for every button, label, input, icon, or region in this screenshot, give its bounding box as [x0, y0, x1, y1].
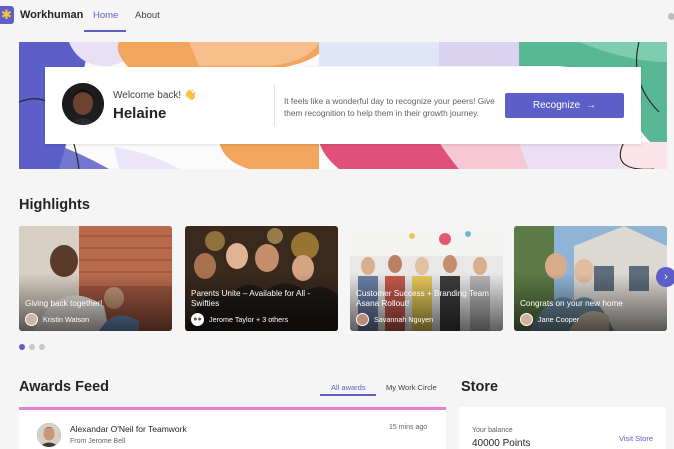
highlight-title: Congrats on your new home — [520, 299, 623, 308]
tab-home[interactable]: Home — [93, 10, 118, 21]
welcome-text: Welcome back! 👋 — [113, 90, 197, 101]
workhuman-logo-icon: ✱ — [0, 6, 14, 24]
welcome-banner: Welcome back! 👋 Helaine It feels like a … — [19, 42, 667, 169]
award-from: From Jerome Bell — [70, 438, 126, 445]
author-name: Kristin Watson — [43, 314, 90, 324]
highlights-title: Highlights — [19, 197, 90, 213]
highlight-card[interactable]: Customer Success + Branding Team Asana R… — [350, 226, 503, 331]
highlight-title: Parents Unite – Available for All - Swif… — [191, 289, 311, 308]
tab-about[interactable]: About — [135, 10, 160, 21]
highlight-card[interactable]: Giving back together! Kristin Watson — [19, 226, 172, 331]
top-bar: ✱ Workhuman Home About — [0, 0, 674, 34]
carousel-dot-3[interactable] — [39, 344, 45, 350]
user-avatar — [62, 83, 104, 125]
author-avatar — [25, 312, 38, 326]
highlight-card[interactable]: Congrats on your new home Jane Cooper — [514, 226, 667, 331]
author-avatar — [356, 312, 369, 326]
author-name: Jerome Taylor + 3 others — [209, 314, 289, 324]
active-tab-indicator — [84, 30, 126, 32]
award-time: 15 mins ago — [389, 424, 428, 431]
tab-all-awards[interactable]: All awards — [331, 383, 366, 392]
author-avatar — [520, 312, 533, 326]
store-title: Store — [461, 379, 499, 395]
awards-feed-title: Awards Feed — [19, 379, 109, 395]
highlight-author: ●● Jerome Taylor + 3 others — [191, 312, 288, 326]
balance-value: 40000 Points — [472, 438, 531, 449]
app-name: Workhuman — [20, 9, 84, 21]
highlight-author: Savannah Nguyen — [356, 312, 433, 326]
user-name: Helaine — [113, 105, 167, 122]
balance-label: Your balance — [472, 427, 513, 434]
divider — [274, 84, 275, 126]
welcome-card: Welcome back! 👋 Helaine It feels like a … — [45, 67, 641, 144]
award-avatar — [37, 423, 61, 447]
highlight-author: Kristin Watson — [25, 312, 89, 326]
highlight-title: Giving back together! — [25, 299, 103, 308]
group-icon: ●● — [191, 312, 204, 326]
store-card: Your balance 40000 Points Visit Store — [459, 407, 666, 449]
tab-my-work-circle[interactable]: My Work Circle — [386, 383, 437, 392]
author-name: Savannah Nguyen — [374, 314, 434, 324]
more-icon[interactable] — [668, 13, 674, 20]
award-item[interactable]: Alexandar O'Neil for Teamwork From Jerom… — [19, 407, 446, 449]
award-title: Alexandar O'Neil for Teamwork — [70, 424, 187, 434]
recognize-label: Recognize — [532, 100, 581, 111]
chevron-right-icon[interactable]: › — [656, 267, 674, 287]
carousel-pagination — [19, 344, 45, 350]
active-tab-indicator — [320, 394, 376, 396]
carousel-dot-2[interactable] — [29, 344, 35, 350]
highlight-card[interactable]: Parents Unite – Available for All - Swif… — [185, 226, 338, 331]
highlight-title: Customer Success + Branding Team Asana R… — [356, 289, 489, 308]
recognize-button[interactable]: Recognize → — [505, 93, 624, 118]
arrow-right-icon: → — [586, 100, 597, 111]
recognition-message: It feels like a wonderful day to recogni… — [284, 96, 495, 118]
carousel-dot-1[interactable] — [19, 344, 25, 350]
visit-store-link[interactable]: Visit Store — [619, 434, 653, 443]
highlight-author: Jane Cooper — [520, 312, 579, 326]
author-name: Jane Cooper — [538, 314, 580, 324]
